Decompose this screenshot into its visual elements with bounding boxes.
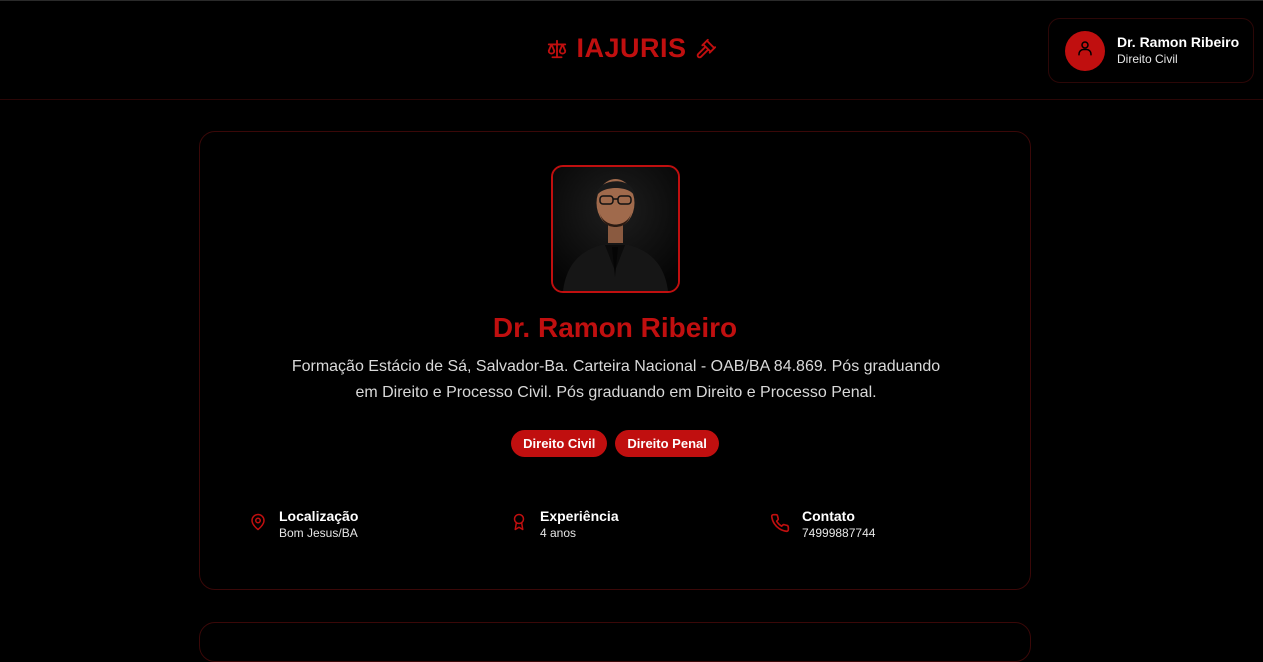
profile-photo bbox=[551, 165, 680, 293]
user-text: Dr. Ramon Ribeiro Direito Civil bbox=[1117, 34, 1239, 67]
info-value: 4 anos bbox=[540, 526, 577, 540]
phone-icon bbox=[770, 508, 790, 533]
specialty-tags: Direito Civil Direito Penal bbox=[200, 430, 1030, 457]
info-experience: Experiência 4 anos bbox=[510, 508, 619, 541]
info-value: 74999887744 bbox=[802, 526, 876, 540]
next-card bbox=[199, 622, 1031, 662]
scale-icon bbox=[546, 38, 568, 60]
tag-direito-penal: Direito Penal bbox=[615, 430, 719, 457]
profile-name: Dr. Ramon Ribeiro bbox=[492, 312, 738, 343]
profile-bio: Formação Estácio de Sá, Salvador-Ba. Car… bbox=[291, 358, 941, 401]
info-label: Experiência bbox=[540, 508, 619, 524]
tag-direito-civil: Direito Civil bbox=[511, 430, 608, 457]
user-icon bbox=[1076, 39, 1094, 62]
user-name: Dr. Ramon Ribeiro bbox=[1117, 34, 1240, 50]
info-value: Bom Jesus/BA bbox=[279, 526, 358, 540]
info-location: Localização Bom Jesus/BA bbox=[249, 508, 358, 541]
info-label: Contato bbox=[802, 508, 855, 524]
user-role: Direito Civil bbox=[1117, 52, 1178, 66]
user-profile-menu[interactable]: Dr. Ramon Ribeiro Direito Civil bbox=[1048, 18, 1254, 83]
gavel-icon bbox=[695, 38, 717, 60]
award-icon bbox=[510, 508, 528, 531]
lawyer-profile-card: Dr. Ramon Ribeiro Formação Estácio de Sá… bbox=[199, 131, 1031, 590]
info-label: Localização bbox=[279, 508, 359, 524]
map-pin-icon bbox=[249, 508, 267, 531]
top-header: IAJURIS Dr. Ramon Ribeiro Direito Civil bbox=[0, 0, 1263, 100]
user-avatar bbox=[1065, 30, 1105, 71]
info-contact: Contato 74999887744 bbox=[770, 508, 875, 541]
brand-title: IAJURIS bbox=[576, 33, 687, 63]
